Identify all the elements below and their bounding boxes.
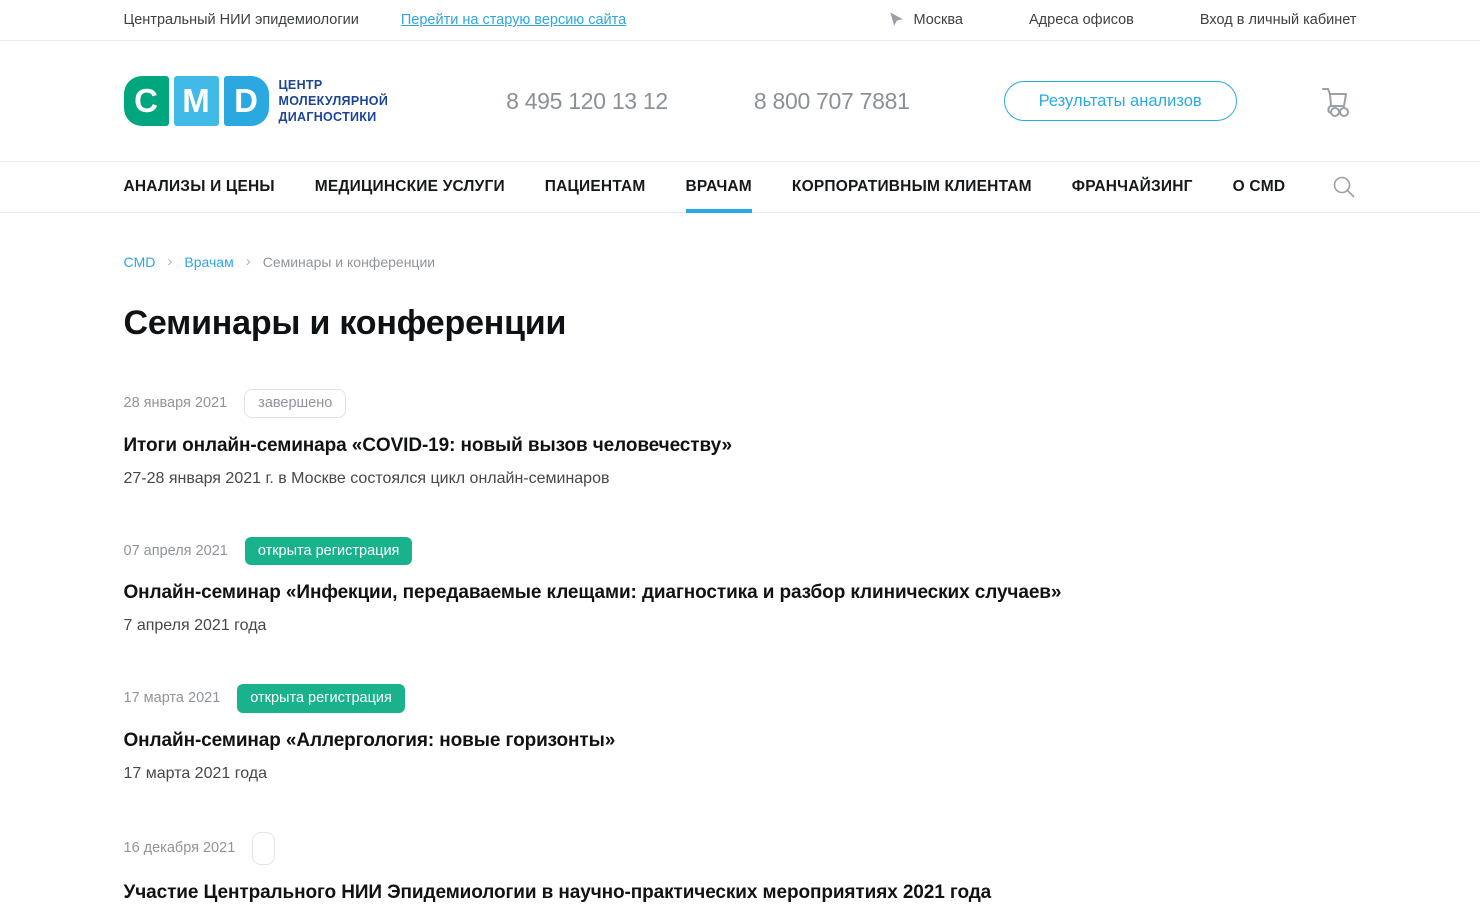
search-icon (1331, 174, 1357, 200)
nav-item-link[interactable]: АНАЛИЗЫ И ЦЕНЫ (124, 162, 275, 212)
city-selector[interactable]: Москва (888, 12, 963, 28)
phone-federal[interactable]: 8 800 707 7881 (754, 88, 910, 115)
status-badge (252, 832, 275, 865)
seminar-subtitle: 17 марта 2021 года (124, 765, 1357, 783)
nav-item-link[interactable]: О CMD (1233, 162, 1286, 212)
page-title: Семинары и конференции (124, 304, 1357, 343)
seminar-date: 17 марта 2021 (124, 690, 221, 706)
seminar-title-link[interactable]: Онлайн-семинар «Инфекции, передаваемые к… (124, 582, 1234, 604)
seminar-title-link[interactable]: Участие Центрального НИИ Эпидемиологии в… (124, 882, 1234, 904)
phone-moscow[interactable]: 8 495 120 13 12 (506, 88, 668, 115)
breadcrumb-link[interactable]: CMD (124, 254, 156, 270)
breadcrumb-separator: › (167, 253, 172, 270)
seminar-item: 17 марта 2021 открыта регистрация Онлайн… (124, 684, 1357, 783)
logo-letter-d: D (224, 76, 269, 126)
logo-letter-m: M (174, 76, 219, 126)
nav-item-link[interactable]: ПАЦИЕНТАМ (545, 162, 646, 212)
status-badge: завершено (244, 389, 346, 418)
seminar-list: 28 января 2021 завершено Итоги онлайн-се… (124, 389, 1357, 904)
site-header: C M D ЦЕНТР МОЛЕКУЛЯРНОЙ ДИАГНОСТИКИ 8 4… (0, 41, 1480, 161)
seminar-item: 16 декабря 2021 Участие Центрального НИИ… (124, 832, 1357, 904)
search-button[interactable] (1331, 174, 1357, 200)
status-badge: открыта регистрация (245, 537, 413, 566)
nav-item-active[interactable]: ВРАЧАМ (686, 162, 752, 212)
seminar-item: 28 января 2021 завершено Итоги онлайн-се… (124, 389, 1357, 488)
nav-item-link[interactable]: ФРАНЧАЙЗИНГ (1072, 162, 1193, 212)
breadcrumb-link[interactable]: Врачам (184, 254, 233, 270)
cmd-logo-tiles: C M D (124, 76, 269, 126)
seminar-title-link[interactable]: Онлайн-семинар «Аллергология: новые гори… (124, 730, 1234, 752)
nav-item-link[interactable]: КОРПОРАТИВНЫМ КЛИЕНТАМ (792, 162, 1032, 212)
logo-letter-c: C (124, 76, 169, 126)
nav-item-link[interactable]: МЕДИЦИНСКИЕ УСЛУГИ (315, 162, 505, 212)
seminar-title-link[interactable]: Итоги онлайн-семинара «COVID-19: новый в… (124, 435, 1234, 457)
breadcrumb-current: Семинары и конференции (263, 254, 435, 270)
login-link[interactable]: Вход в личный кабинет (1200, 12, 1357, 28)
seminar-item: 07 апреля 2021 открыта регистрация Онлай… (124, 537, 1357, 636)
status-badge: открыта регистрация (237, 684, 405, 713)
navigation-arrow-icon (887, 11, 905, 29)
cart-icon (1317, 81, 1357, 121)
breadcrumb: CMD › Врачам › Семинары и конференции (124, 253, 1357, 270)
main-navigation: АНАЛИЗЫ И ЦЕНЫ МЕДИЦИНСКИЕ УСЛУГИ ПАЦИЕНТА… (0, 161, 1480, 213)
org-name: Центральный НИИ эпидемиологии (124, 12, 359, 28)
seminar-date: 07 апреля 2021 (124, 543, 228, 559)
top-utility-bar: Центральный НИИ эпидемиологии Перейти на… (0, 0, 1480, 41)
old-site-link[interactable]: Перейти на старую версию сайта (401, 12, 626, 28)
cmd-logo[interactable]: C M D ЦЕНТР МОЛЕКУЛЯРНОЙ ДИАГНОСТИКИ (124, 76, 389, 126)
breadcrumb-separator: › (246, 253, 251, 270)
seminar-subtitle: 27-28 января 2021 г. в Москве состоялся … (124, 470, 1357, 488)
seminar-subtitle: 7 апреля 2021 года (124, 617, 1357, 635)
cart-button[interactable] (1317, 81, 1357, 121)
city-label: Москва (913, 12, 963, 28)
seminar-date: 16 декабря 2021 (124, 840, 236, 856)
logo-tagline: ЦЕНТР МОЛЕКУЛЯРНОЙ ДИАГНОСТИКИ (279, 77, 389, 125)
results-button[interactable]: Результаты анализов (1004, 81, 1237, 121)
seminar-date: 28 января 2021 (124, 395, 228, 411)
offices-link[interactable]: Адреса офисов (1029, 12, 1134, 28)
